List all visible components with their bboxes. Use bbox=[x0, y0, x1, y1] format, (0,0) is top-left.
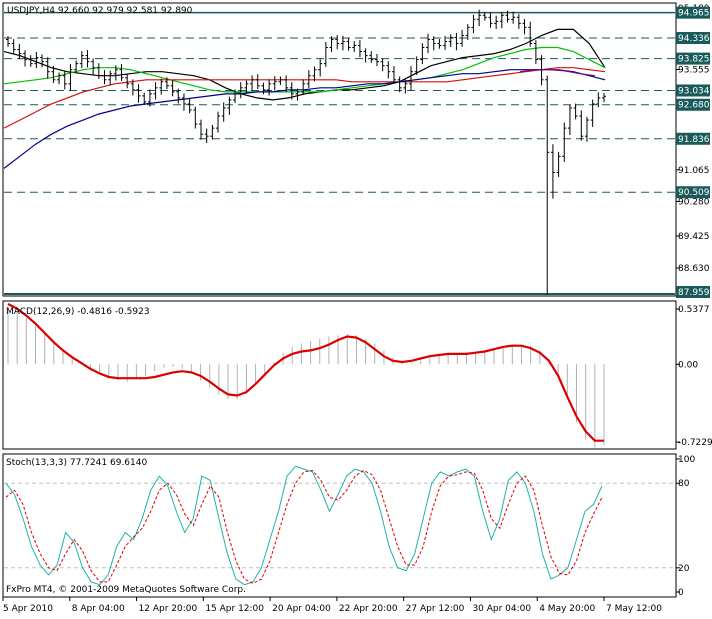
stochastic-tick-label: 80 bbox=[678, 479, 690, 489]
price-level-label: 93.825 bbox=[678, 55, 710, 65]
macd-tick-label: -0.7229 bbox=[678, 438, 712, 448]
time-tick-label: 27 Apr 12:00 bbox=[406, 604, 465, 614]
price-level-label: 92.680 bbox=[678, 101, 710, 111]
copyright-text: FxPro MT4, © 2001-2009 MetaQuotes Softwa… bbox=[6, 585, 246, 595]
time-tick-label: 22 Apr 20:00 bbox=[339, 604, 398, 614]
time-tick-label: 4 May 20:00 bbox=[539, 604, 595, 614]
price-header: USDJPY,H4 92.660 92.979 92.581 92.890 bbox=[7, 6, 193, 16]
time-tick-label: 7 May 12:00 bbox=[606, 604, 662, 614]
stochastic-tick-label: 20 bbox=[678, 564, 690, 574]
price-level-label: 87.959 bbox=[678, 288, 710, 298]
price-tick-label: 88.630 bbox=[678, 264, 710, 274]
time-tick-label: 30 Apr 04:00 bbox=[472, 604, 531, 614]
price-level-label: 91.836 bbox=[678, 135, 710, 145]
price-tick-label: 90.280 bbox=[678, 197, 710, 207]
price-level-label: 93.034 bbox=[678, 86, 710, 96]
stochastic-tick-label: 0 bbox=[678, 588, 684, 598]
price-level-label: 94.336 bbox=[678, 34, 710, 44]
price-tick-label: 91.065 bbox=[678, 166, 710, 176]
time-tick-label: 15 Apr 12:00 bbox=[205, 604, 264, 614]
time-tick-label: 8 Apr 04:00 bbox=[72, 604, 125, 614]
macd-title: MACD(12,26,9) -0.4816 -0.5923 bbox=[6, 307, 150, 317]
time-tick-label: 20 Apr 04:00 bbox=[272, 604, 331, 614]
macd-tick-label: 0.00 bbox=[678, 360, 698, 370]
stochastic-tick-label: 100 bbox=[678, 455, 695, 465]
time-tick-label: 12 Apr 20:00 bbox=[139, 604, 198, 614]
chart-window: USDJPY,H4 92.660 92.979 92.581 92.890 95… bbox=[0, 0, 712, 615]
chart-canvas: USDJPY,H4 92.660 92.979 92.581 92.890 95… bbox=[0, 0, 712, 615]
price-level-label: 94.965 bbox=[678, 9, 710, 19]
macd-tick-label: 0.5377 bbox=[678, 305, 710, 315]
price-tick-label: 93.555 bbox=[678, 65, 710, 75]
stochastic-title: Stoch(13,3,3) 77.7241 69.6140 bbox=[6, 458, 147, 468]
price-tick-label: 89.425 bbox=[678, 232, 710, 242]
time-tick-label: 5 Apr 2010 bbox=[3, 604, 53, 614]
